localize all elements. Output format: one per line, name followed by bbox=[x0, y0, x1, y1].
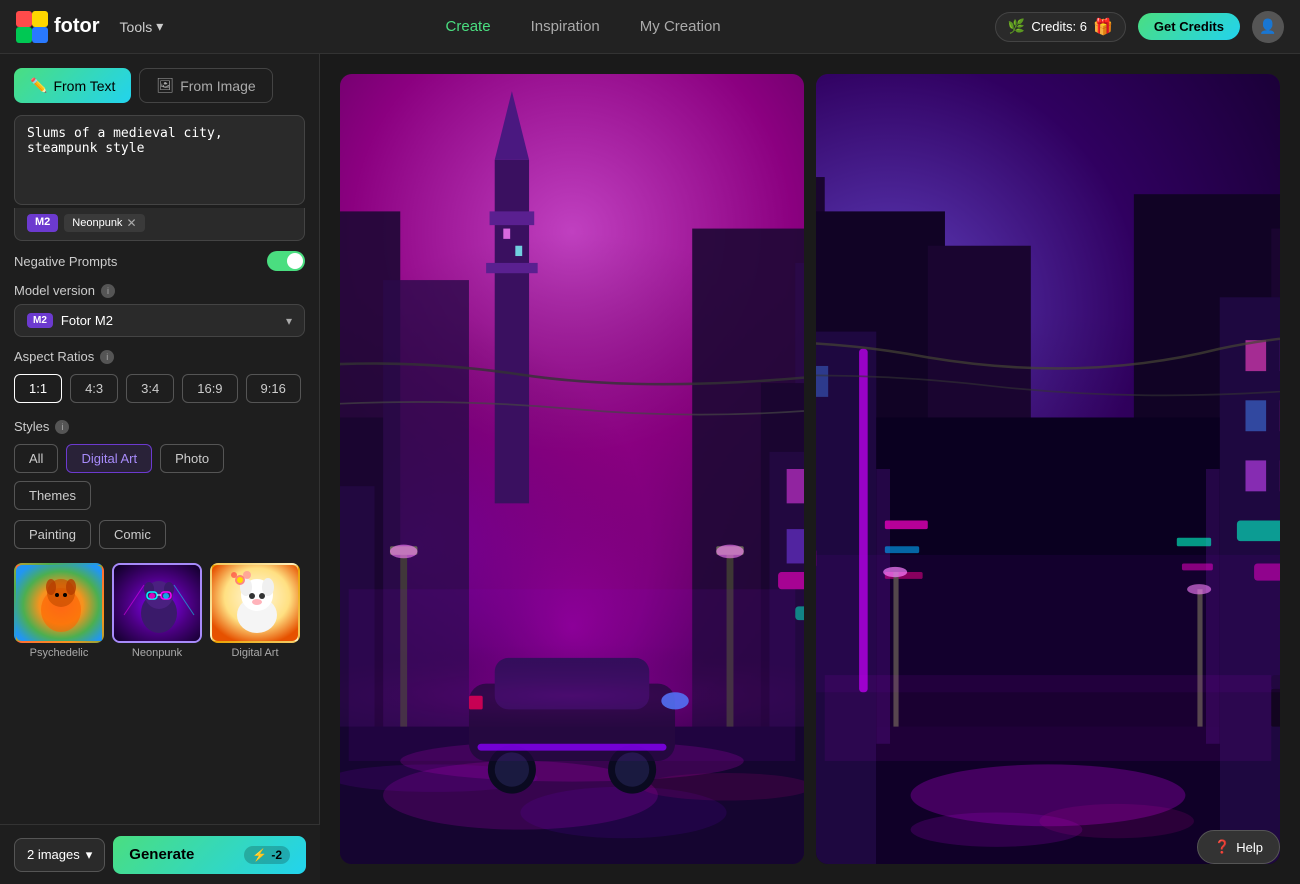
prompt-area: Slums of a medieval city, steampunk styl… bbox=[14, 115, 305, 241]
header-right: 🌿 Credits: 6 🎁 Get Credits 👤 bbox=[995, 11, 1284, 43]
style-photo[interactable]: Photo bbox=[160, 444, 224, 473]
help-label: Help bbox=[1236, 840, 1263, 855]
content-area: ❓ Help bbox=[320, 54, 1300, 884]
aspect-ratios-label: Aspect Ratios bbox=[14, 349, 94, 364]
negative-prompts-toggle[interactable] bbox=[267, 251, 305, 271]
generated-image-1[interactable] bbox=[340, 74, 804, 864]
style-images: Psychedelic bbox=[0, 553, 319, 663]
tag-m2[interactable]: M2 bbox=[27, 214, 58, 232]
model-chevron-icon: ▾ bbox=[286, 314, 292, 328]
credits-badge: 🌿 Credits: 6 🎁 bbox=[995, 12, 1126, 42]
credits-text: Credits: 6 bbox=[1031, 19, 1087, 34]
model-version-label: Model version bbox=[14, 283, 95, 298]
images-count-text: 2 images bbox=[27, 847, 80, 862]
images-count-chevron: ▾ bbox=[86, 847, 93, 863]
styles-chip-grid: All Digital Art Photo Themes bbox=[0, 440, 319, 514]
help-button[interactable]: ❓ Help bbox=[1197, 830, 1280, 864]
tag-neonpunk[interactable]: Neonpunk ✕ bbox=[64, 214, 144, 232]
style-all[interactable]: All bbox=[14, 444, 58, 473]
main-nav: Create Inspiration My Creation bbox=[171, 18, 995, 35]
model-tag: M2 bbox=[27, 313, 53, 328]
prompt-tags: M2 Neonpunk ✕ bbox=[14, 208, 305, 241]
aspect-9-16[interactable]: 9:16 bbox=[246, 374, 301, 403]
aspect-ratios-info-icon[interactable]: i bbox=[100, 350, 114, 364]
generated-image-2[interactable] bbox=[816, 74, 1280, 864]
model-name: Fotor M2 bbox=[61, 313, 278, 328]
nav-inspiration[interactable]: Inspiration bbox=[531, 18, 600, 35]
leaf-icon: 🌿 bbox=[1008, 18, 1025, 35]
neon-city-scene-2 bbox=[816, 74, 1280, 864]
sidebar: ✏️ From Text 🖼 From Image Slums of a med… bbox=[0, 54, 320, 884]
image-grid bbox=[320, 54, 1300, 884]
logo-text: fotor bbox=[54, 15, 100, 38]
text-icon: ✏️ bbox=[30, 77, 47, 94]
header: fotor Tools ▾ Create Inspiration My Crea… bbox=[0, 0, 1300, 54]
lightning-icon: ⚡ bbox=[252, 848, 267, 862]
generate-label: Generate bbox=[129, 846, 194, 863]
help-icon: ❓ bbox=[1214, 839, 1230, 855]
style-painting[interactable]: Painting bbox=[14, 520, 91, 549]
styles-chip-grid-row2: Painting Comic bbox=[0, 514, 319, 553]
aspect-3-4[interactable]: 3:4 bbox=[126, 374, 174, 403]
aspect-ratios-header: Aspect Ratios i bbox=[0, 337, 319, 370]
digitalart-preview bbox=[210, 563, 300, 643]
style-digital-art[interactable]: Digital Art bbox=[66, 444, 152, 473]
bottom-bar: 2 images ▾ Generate ⚡ -2 bbox=[0, 824, 320, 884]
aspect-ratio-grid: 1:1 4:3 3:4 16:9 9:16 bbox=[0, 370, 319, 407]
from-image-tab[interactable]: 🖼 From Image bbox=[139, 68, 272, 103]
avatar-icon: 👤 bbox=[1259, 18, 1276, 35]
avatar[interactable]: 👤 bbox=[1252, 11, 1284, 43]
tools-button[interactable]: Tools ▾ bbox=[112, 14, 172, 39]
style-comic[interactable]: Comic bbox=[99, 520, 166, 549]
style-neonpunk[interactable]: Neonpunk bbox=[112, 563, 202, 659]
get-credits-button[interactable]: Get Credits bbox=[1138, 13, 1240, 40]
style-digitalart[interactable]: Digital Art bbox=[210, 563, 300, 659]
nav-create[interactable]: Create bbox=[446, 18, 491, 35]
styles-info-icon[interactable]: i bbox=[55, 420, 69, 434]
tools-label: Tools bbox=[120, 19, 153, 35]
aspect-16-9[interactable]: 16:9 bbox=[182, 374, 237, 403]
style-psychedelic[interactable]: Psychedelic bbox=[14, 563, 104, 659]
psychedelic-label: Psychedelic bbox=[30, 647, 89, 659]
negative-prompts-label: Negative Prompts bbox=[14, 254, 117, 269]
styles-label: Styles bbox=[14, 419, 49, 434]
aspect-1-1[interactable]: 1:1 bbox=[14, 374, 62, 403]
generate-button[interactable]: Generate ⚡ -2 bbox=[113, 836, 306, 874]
generate-cost: ⚡ -2 bbox=[244, 846, 290, 864]
digitalart-label: Digital Art bbox=[231, 647, 278, 659]
from-text-label: From Text bbox=[53, 78, 115, 94]
from-text-tab[interactable]: ✏️ From Text bbox=[14, 68, 131, 103]
style-themes[interactable]: Themes bbox=[14, 481, 91, 510]
model-version-header: Model version i bbox=[0, 271, 319, 304]
nav-my-creation[interactable]: My Creation bbox=[640, 18, 721, 35]
tag-neonpunk-close[interactable]: ✕ bbox=[126, 216, 136, 230]
mode-tabs: ✏️ From Text 🖼 From Image bbox=[0, 54, 319, 103]
aspect-4-3[interactable]: 4:3 bbox=[70, 374, 118, 403]
tools-chevron-icon: ▾ bbox=[156, 18, 163, 35]
psychedelic-preview bbox=[14, 563, 104, 643]
negative-prompts-row: Negative Prompts bbox=[0, 241, 319, 271]
logo-icon bbox=[16, 11, 48, 43]
model-select[interactable]: M2 Fotor M2 ▾ bbox=[14, 304, 305, 337]
neonpunk-label: Neonpunk bbox=[132, 647, 182, 659]
neon-city-scene-1 bbox=[340, 74, 804, 864]
gift-icon[interactable]: 🎁 bbox=[1093, 17, 1113, 37]
main-layout: ✏️ From Text 🖼 From Image Slums of a med… bbox=[0, 54, 1300, 884]
from-image-label: From Image bbox=[180, 78, 255, 94]
model-version-info-icon[interactable]: i bbox=[101, 284, 115, 298]
logo[interactable]: fotor bbox=[16, 11, 100, 43]
neonpunk-preview bbox=[112, 563, 202, 643]
prompt-input[interactable]: Slums of a medieval city, steampunk styl… bbox=[14, 115, 305, 205]
images-count-button[interactable]: 2 images ▾ bbox=[14, 838, 105, 872]
styles-header: Styles i bbox=[0, 407, 319, 440]
image-icon: 🖼 bbox=[156, 77, 174, 94]
